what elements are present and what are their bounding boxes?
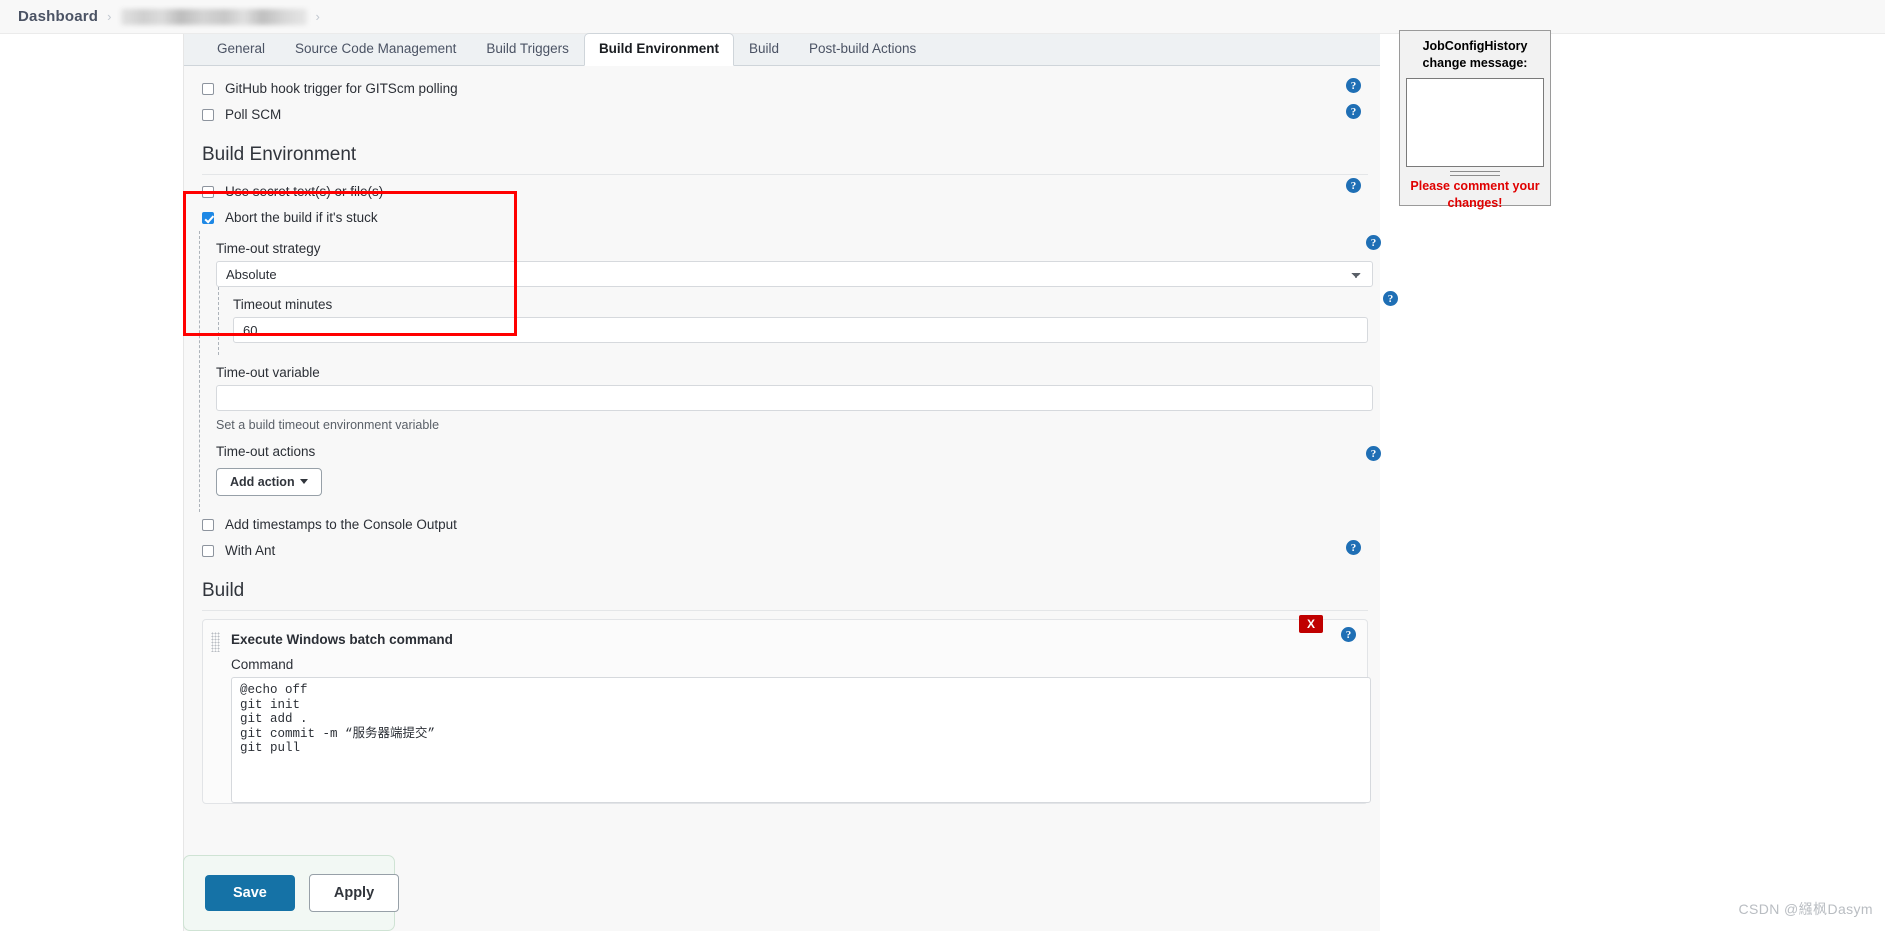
breadcrumb-separator-icon: › [107, 9, 112, 24]
nesting-guide-outer [199, 231, 200, 512]
timeout-variable-input[interactable] [216, 385, 1373, 411]
timeout-variable-label: Time-out variable [216, 365, 320, 380]
row-add-timestamps[interactable]: Add timestamps to the Console Output [184, 512, 1380, 538]
with-ant-checkbox[interactable] [202, 545, 214, 557]
build-environment-heading: Build Environment [202, 144, 357, 165]
sticky-save-bar: Save Apply [183, 855, 400, 931]
builder-execute-windows-batch: X ? Execute Windows batch command Comman… [202, 615, 1371, 804]
poll-scm-checkbox[interactable] [202, 109, 214, 121]
with-ant-label: With Ant [225, 543, 276, 558]
use-secret-label: Use secret text(s) or file(s) [225, 184, 384, 199]
help-icon-timeout-actions[interactable]: ? [1366, 446, 1381, 461]
help-icon-timeout-minutes[interactable]: ? [1383, 291, 1398, 306]
heading-divider-build [202, 610, 1368, 611]
timeout-minutes-block: Timeout minutes ? [216, 287, 1398, 355]
tab-general[interactable]: General [202, 33, 280, 65]
job-config-history-warning-line1: Please comment your [1410, 179, 1540, 193]
help-icon-poll-scm[interactable]: ? [1346, 104, 1361, 119]
nesting-guide-inner [218, 287, 219, 355]
row-abort-build-stuck[interactable]: Abort the build if it's stuck [184, 205, 1380, 231]
tab-build[interactable]: Build [734, 33, 794, 65]
help-icon-builder[interactable]: ? [1341, 627, 1356, 642]
delete-builder-button[interactable]: X [1299, 615, 1323, 633]
builder-title: Execute Windows batch command [231, 632, 453, 647]
help-icon-timeout-strategy[interactable]: ? [1366, 235, 1381, 250]
job-config-history-title-line2: change message: [1422, 56, 1528, 70]
config-tabbar: General Source Code Management Build Tri… [184, 33, 1380, 66]
config-content: General Source Code Management Build Tri… [183, 33, 1398, 931]
resize-grip-icon[interactable] [1450, 171, 1500, 176]
timeout-strategy-select[interactable]: Absolute [216, 261, 1373, 287]
breadcrumb-redacted-job-name [120, 8, 307, 25]
abort-build-stuck-label: Abort the build if it's stuck [225, 210, 378, 225]
timeout-actions-label: Time-out actions [216, 444, 316, 459]
row-use-secret[interactable]: Use secret text(s) or file(s) ? [184, 175, 1380, 205]
build-heading: Build [202, 580, 245, 601]
save-button[interactable]: Save [205, 875, 295, 911]
command-textarea[interactable]: @echo off git init git add . git commit … [231, 677, 1371, 803]
job-config-history-title-line1: JobConfigHistory [1422, 39, 1528, 53]
github-hook-trigger-label: GitHub hook trigger for GITScm polling [225, 81, 458, 96]
breadcrumb: Dashboard › › [0, 0, 1885, 34]
page-root: Dashboard › › General Source Code Manage… [0, 0, 1885, 931]
job-config-history-panel: JobConfigHistory change message: Please … [1399, 30, 1551, 210]
help-icon-github-hook[interactable]: ? [1346, 78, 1361, 93]
add-action-label: Add action [230, 475, 295, 489]
add-timestamps-label: Add timestamps to the Console Output [225, 517, 457, 532]
tab-source-code-management[interactable]: Source Code Management [280, 33, 471, 65]
use-secret-checkbox[interactable] [202, 186, 214, 198]
job-config-history-message-textarea[interactable] [1406, 78, 1544, 167]
job-config-history-warning-line2: changes! [1447, 196, 1503, 210]
chevron-down-icon [299, 479, 308, 484]
timeout-strategy-label: Time-out strategy [216, 241, 321, 256]
timeout-variable-hint: Set a build timeout environment variable [216, 418, 440, 432]
timeout-minutes-label: Timeout minutes [233, 297, 333, 312]
row-with-ant[interactable]: With Ant ? [184, 538, 1380, 564]
breadcrumb-separator-icon-2: › [315, 9, 320, 24]
tab-build-triggers[interactable]: Build Triggers [471, 33, 584, 65]
tab-build-environment[interactable]: Build Environment [583, 33, 734, 66]
github-hook-trigger-checkbox[interactable] [202, 83, 214, 95]
row-github-hook-trigger[interactable]: GitHub hook trigger for GITScm polling ? [184, 76, 1380, 102]
help-icon-with-ant[interactable]: ? [1346, 540, 1361, 555]
command-label: Command [231, 657, 294, 672]
tab-post-build-actions[interactable]: Post-build Actions [794, 33, 931, 65]
poll-scm-label: Poll SCM [225, 107, 282, 122]
apply-button[interactable]: Apply [308, 874, 400, 912]
add-timestamps-checkbox[interactable] [202, 519, 214, 531]
watermark: CSDN @繦枫Dasym [1738, 901, 1873, 917]
timeout-minutes-input[interactable] [233, 317, 1368, 343]
command-block: Command @echo off git init git add . git… [215, 647, 1371, 803]
config-form: GitHub hook trigger for GITScm polling ?… [184, 66, 1398, 804]
add-action-button[interactable]: Add action [216, 468, 322, 496]
help-icon-use-secret[interactable]: ? [1346, 178, 1361, 193]
breadcrumb-dashboard[interactable]: Dashboard [18, 8, 98, 25]
row-poll-scm[interactable]: Poll SCM ? [184, 102, 1380, 128]
abort-build-stuck-checkbox[interactable] [202, 212, 214, 224]
timeout-settings-block: Time-out strategy Absolute ? Timeout min… [184, 231, 1398, 512]
